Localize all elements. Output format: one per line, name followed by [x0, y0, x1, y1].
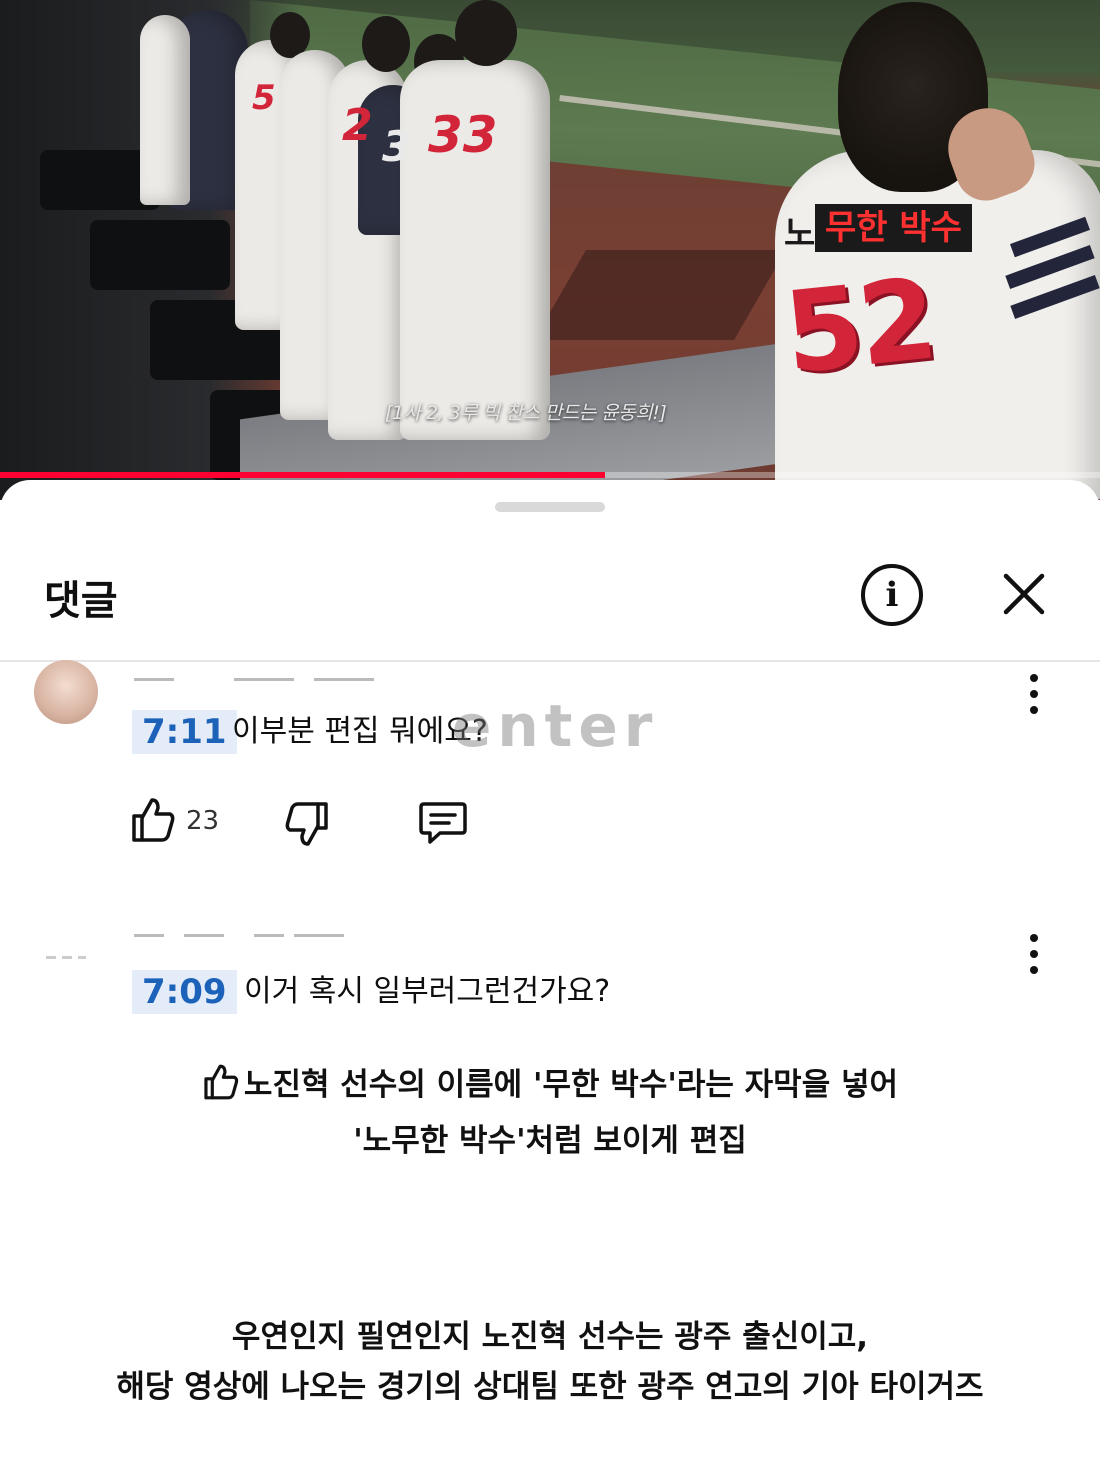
jersey-number: 2	[342, 100, 373, 151]
watermark: enter	[452, 692, 659, 760]
progress-bar[interactable]	[0, 472, 1100, 478]
annotation-first-text1: 노진혁 선수의 이름에 '무한 박수'라는 자막을 넣어	[243, 1067, 899, 1103]
progress-fill	[0, 472, 605, 478]
dislike-icon[interactable]	[284, 800, 330, 852]
jersey-number-52: 52	[778, 254, 940, 400]
comment-author-line	[134, 920, 374, 940]
annotation-second: 우연인지 필연인지 노진혁 선수는 광주 출신이고, 해당 영상에 나오는 경기…	[0, 1312, 1100, 1412]
sheet-title: 댓글	[44, 578, 118, 624]
player-shadow	[534, 250, 786, 340]
player-head	[362, 16, 410, 72]
comment-timestamp-link[interactable]: 7:09	[132, 970, 237, 1014]
sheet-divider	[0, 660, 1100, 662]
more-options-icon[interactable]	[1024, 934, 1044, 974]
like-icon	[202, 1063, 240, 1116]
like-icon[interactable]	[130, 796, 176, 848]
annotation-first-line1: 노진혁 선수의 이름에 '무한 박수'라는 자막을 넣어	[0, 1060, 1100, 1116]
jersey-number: 33	[428, 106, 498, 164]
comment-author-line	[134, 664, 394, 684]
info-icon[interactable]: i	[861, 564, 923, 626]
like-count: 23	[186, 806, 220, 836]
video-player[interactable]: 5 2 3 33 노 무한 박수 52 [1사 2, 3루 빅 찬스 만드는 윤…	[0, 0, 1100, 500]
avatar[interactable]	[34, 660, 98, 724]
annotation-first: 노진혁 선수의 이름에 '무한 박수'라는 자막을 넣어 '노무한 박수'처럼 …	[0, 1060, 1100, 1166]
drag-handle[interactable]	[495, 502, 605, 512]
comment-text: 이거 혹시 일부러그런건가요?	[244, 974, 611, 1009]
dugout-seat	[90, 220, 230, 290]
overlay-caption: 무한 박수	[815, 204, 972, 252]
annotation-second-line2: 해당 영상에 나오는 경기의 상대팀 또한 광주 연고의 기아 타이거즈	[116, 1369, 984, 1405]
jersey-number: 5	[252, 78, 276, 118]
video-subtitle: [1사 2, 3루 빅 찬스 만드는 윤동희!]	[385, 402, 667, 424]
player-head	[455, 0, 517, 66]
annotation-second-line1: 우연인지 필연인지 노진혁 선수는 광주 출신이고,	[231, 1319, 869, 1355]
more-options-icon[interactable]	[1024, 674, 1044, 714]
annotation-first-line2: '노무한 박수'처럼 보이게 편집	[353, 1123, 747, 1159]
comment-text: 이부분 편집 뭐에요?	[232, 714, 488, 749]
jersey-number: 3	[382, 122, 412, 171]
jersey-name-fragment: 노	[784, 214, 816, 254]
player-figure	[140, 15, 190, 205]
close-icon[interactable]	[998, 568, 1050, 620]
reply-icon[interactable]	[418, 800, 468, 850]
avatar[interactable]	[44, 944, 88, 966]
comment-timestamp-link[interactable]: 7:11	[132, 710, 237, 754]
